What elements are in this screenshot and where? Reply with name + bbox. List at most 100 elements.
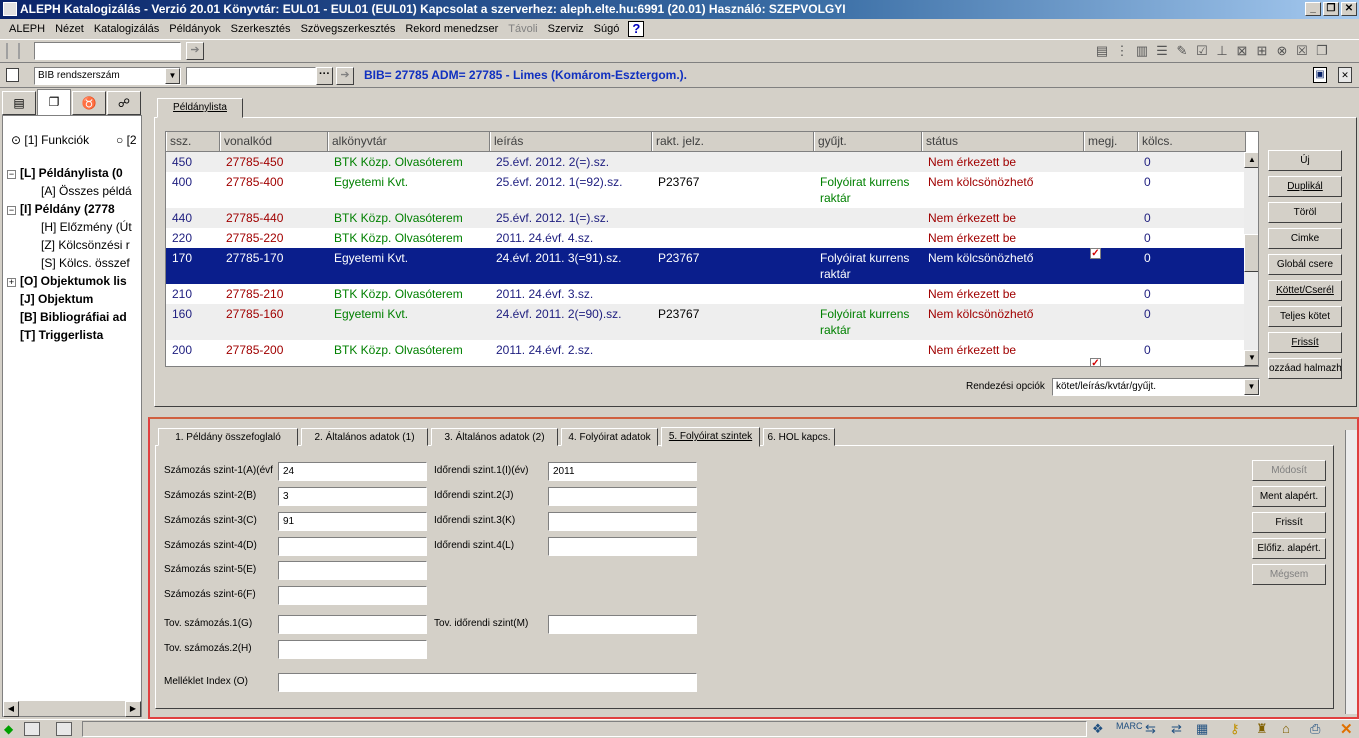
table-row[interactable]: 440 27785-440 BTK Közp. Olvasóterem 25.évf.…	[166, 208, 1244, 228]
tab-record-icon[interactable]: ▤	[2, 91, 36, 115]
list-icon[interactable]: ☰	[1152, 41, 1172, 61]
list-action-button[interactable]: Duplikál	[1268, 176, 1342, 197]
grid-scrollbar[interactable]: ▲ ▼	[1244, 152, 1258, 366]
col-rakt-jelz[interactable]: rakt. jelz.	[652, 132, 814, 151]
tab-search-icon[interactable]: ☍	[107, 91, 141, 115]
field-input[interactable]	[278, 586, 427, 605]
exit-icon[interactable]: ✕	[1340, 720, 1353, 738]
expand-icon[interactable]: +	[7, 278, 16, 287]
field-input[interactable]	[278, 640, 427, 659]
list-action-button[interactable]: Köttet/Cserél	[1268, 280, 1342, 301]
view-icon[interactable]: ▣	[1313, 67, 1327, 83]
scroll-right-icon[interactable]: ▶	[125, 701, 141, 717]
field-input[interactable]: 91	[278, 512, 427, 531]
radio-functions[interactable]: ⊙ [1] Funkciók	[11, 133, 89, 147]
marc-icon[interactable]: MARC	[1116, 721, 1143, 731]
close-record-icon[interactable]: ☒	[1292, 41, 1312, 61]
tree-item[interactable]: + [O] Objektumok lis	[7, 274, 127, 288]
detail-tab[interactable]: 6. HOL kapcs.	[763, 428, 835, 446]
network-icon[interactable]: ❖	[1092, 721, 1104, 737]
col-gyujt[interactable]: gyűjt.	[814, 132, 922, 151]
field-input[interactable]	[278, 615, 427, 634]
col-alkonyvtar[interactable]: alkönyvtár	[328, 132, 490, 151]
home-icon[interactable]: ⌂	[1282, 721, 1290, 736]
tree-item[interactable]: [A] Összes példá	[41, 184, 132, 198]
help-icon[interactable]: ?	[628, 21, 645, 37]
left-scrollbar[interactable]: ◀ ▶	[3, 700, 141, 717]
note-checkmark-icon[interactable]: ✓	[1090, 358, 1101, 366]
detail-action-button[interactable]: Ment alapért.	[1252, 486, 1326, 507]
list-action-button[interactable]: Új	[1268, 150, 1342, 171]
field-input[interactable]: 24	[278, 462, 427, 481]
menu-tavoli[interactable]: Távoli	[503, 23, 542, 35]
menu-szovegszerkesztes[interactable]: Szövegszerkesztés	[296, 23, 401, 35]
table-row[interactable]: 170 27785-170 Egyetemi Kvt. 24.évf. 2011. 3…	[166, 248, 1244, 284]
radio-second[interactable]: ○ [2	[116, 133, 141, 147]
note-checkmark-icon[interactable]: ✓	[1090, 248, 1101, 259]
list-action-button[interactable]: Teljes kötet	[1268, 306, 1342, 327]
tab-peldanylista[interactable]: Példánylista	[157, 98, 243, 118]
tree-item[interactable]: [J] Objektum	[7, 292, 93, 306]
field-input[interactable]: 3	[278, 487, 427, 506]
search-input[interactable]	[186, 67, 316, 85]
field-input[interactable]	[548, 537, 697, 556]
window-icon[interactable]: ❐	[1312, 41, 1332, 61]
menu-aleph[interactable]: ALEPH	[4, 23, 50, 35]
lock-icon[interactable]: ♜	[1256, 721, 1268, 737]
menu-katalogizalas[interactable]: Katalogizálás	[89, 23, 164, 35]
book-icon[interactable]: ▥	[1132, 41, 1152, 61]
list-action-button[interactable]: ozzáad halmazho	[1268, 358, 1342, 379]
list-action-button[interactable]: Cimke	[1268, 228, 1342, 249]
maximize-button[interactable]: ❐	[1323, 2, 1339, 16]
col-status[interactable]: státus	[922, 132, 1084, 151]
detail-tab[interactable]: 5. Folyóirat szintek	[661, 427, 760, 447]
menu-nezet[interactable]: Nézet	[50, 23, 89, 35]
calculator-icon[interactable]: ▦	[1196, 721, 1208, 737]
merge-icon[interactable]: ⊠	[1232, 41, 1252, 61]
col-vonalkod[interactable]: vonalkód	[220, 132, 328, 151]
table-row[interactable]: 450 27785-450 BTK Közp. Olvasóterem 25.évf.…	[166, 152, 1244, 172]
key-icon[interactable]: ⚷	[1230, 721, 1240, 737]
detail-action-button[interactable]: Módosít	[1252, 460, 1326, 481]
tab-ornament-icon[interactable]: ♉	[72, 91, 106, 115]
print-icon[interactable]: ⎙	[1310, 721, 1320, 737]
col-megj[interactable]: megj.	[1084, 132, 1138, 151]
tree-item[interactable]: [T] Triggerlista	[7, 328, 103, 342]
detail-tab[interactable]: 3. Általános adatok (2)	[431, 428, 558, 446]
field-input[interactable]	[548, 487, 697, 506]
menu-peldanyok[interactable]: Példányok	[164, 23, 225, 35]
detail-tab[interactable]: 4. Folyóirat adatok	[561, 428, 658, 446]
detail-tab[interactable]: 1. Példány összefoglaló	[158, 428, 298, 446]
check-icon[interactable]: ☑	[1192, 41, 1212, 61]
tree-item[interactable]: [S] Kölcs. összef	[41, 256, 130, 270]
menu-szerviz[interactable]: Szerviz	[543, 23, 589, 35]
menu-rekord-menedzser[interactable]: Rekord menedzser	[400, 23, 503, 35]
col-leiras[interactable]: leírás	[490, 132, 652, 151]
detail-action-button[interactable]: Mégsem	[1252, 564, 1326, 585]
tree-icon[interactable]: ⋮	[1112, 41, 1132, 61]
detail-action-button[interactable]: Előfiz. alapért.	[1252, 538, 1326, 559]
field-input[interactable]	[278, 561, 427, 580]
menu-szerkesztes[interactable]: Szerkesztés	[226, 23, 296, 35]
menu-sugo[interactable]: Súgó	[589, 23, 625, 35]
search-type-select[interactable]: BIB rendszerszám ▼	[34, 67, 181, 85]
edit-icon[interactable]: ✎	[1172, 41, 1192, 61]
tree-item[interactable]: − [I] Példány (2778	[7, 202, 115, 216]
collapse-icon[interactable]: −	[7, 206, 16, 215]
table-row[interactable]: 160 27785-160 Egyetemi Kvt. 24.évf. 2011. 2…	[166, 304, 1244, 340]
tree-item[interactable]: − [L] Példánylista (0	[7, 166, 123, 180]
delete-icon[interactable]: ⊗	[1272, 41, 1292, 61]
table-row[interactable]: 220 27785-220 BTK Közp. Olvasóterem 2011. 2…	[166, 228, 1244, 248]
list-action-button[interactable]: Töröl	[1268, 202, 1342, 223]
document-icon[interactable]: ▤	[1092, 41, 1112, 61]
chevron-down-icon[interactable]: ▼	[1244, 379, 1259, 395]
browse-button[interactable]: ···	[316, 67, 333, 85]
detail-scrollbar[interactable]	[1345, 430, 1357, 714]
col-ssz[interactable]: ssz.	[166, 132, 220, 151]
link-icon[interactable]: ⇆	[1145, 721, 1156, 737]
minimize-button[interactable]: _	[1305, 2, 1321, 16]
tree-item[interactable]: [B] Bibliográfiai ad	[7, 310, 127, 324]
chevron-down-icon[interactable]: ▼	[165, 68, 180, 84]
go-arrow-button[interactable]: ➔	[186, 42, 204, 60]
scroll-up-icon[interactable]: ▲	[1244, 152, 1258, 168]
